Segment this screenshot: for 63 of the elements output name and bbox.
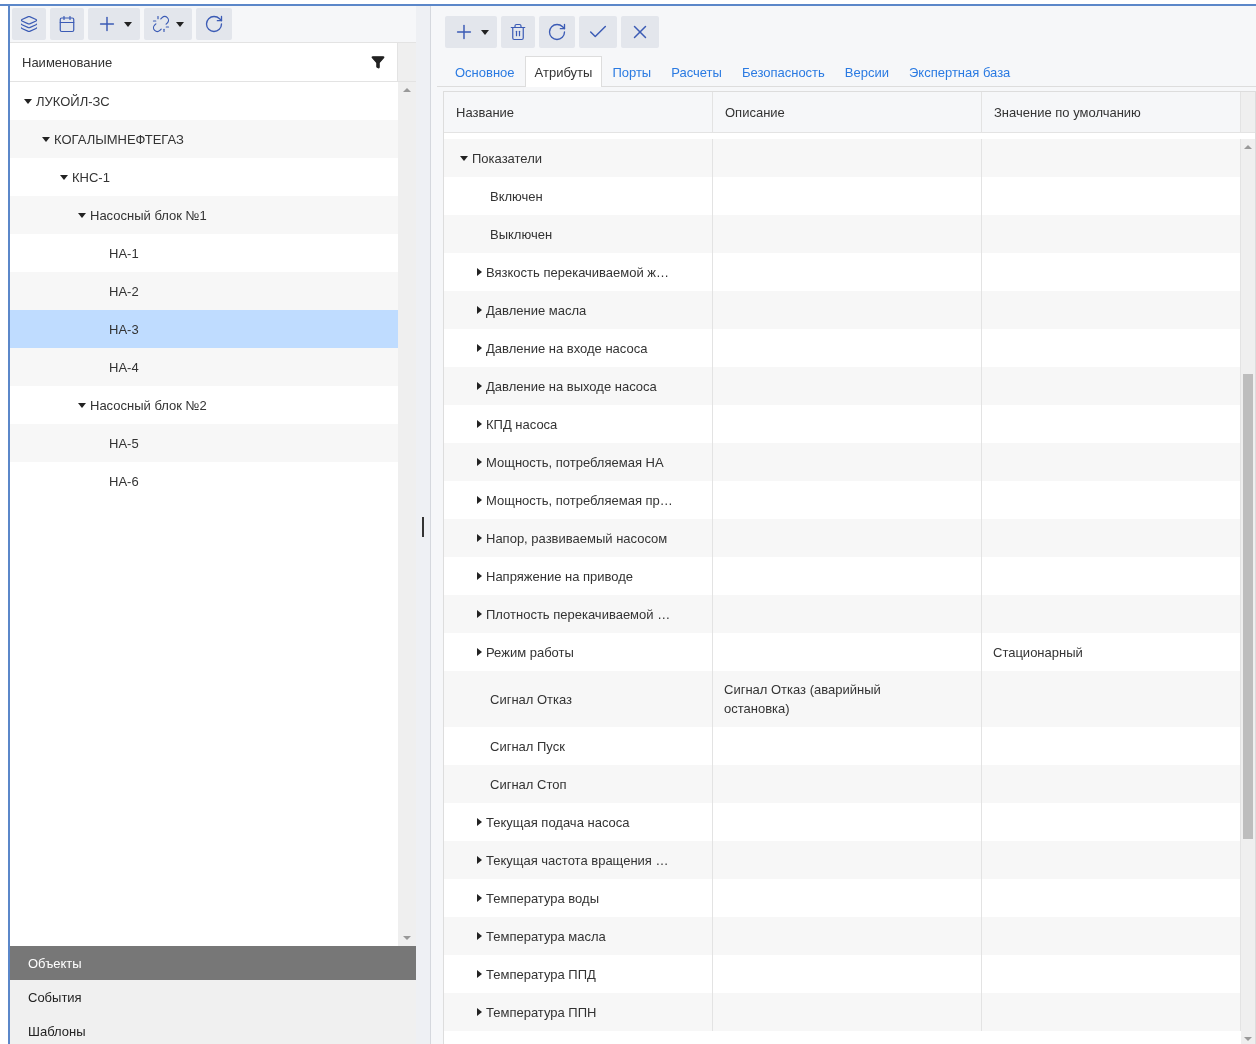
caret-icon[interactable] (477, 344, 482, 352)
tab[interactable]: Версии (834, 56, 899, 87)
caret-icon[interactable] (477, 856, 482, 864)
unlink-button[interactable] (144, 8, 192, 40)
tree-item[interactable]: НА-2 (10, 272, 398, 310)
table-cell[interactable]: Температура ППН (444, 993, 713, 1031)
column-header: Наименование (22, 54, 113, 70)
tree-item[interactable]: НА-5 (10, 424, 398, 462)
layers-icon (20, 15, 38, 33)
tree-item[interactable]: НА-4 (10, 348, 398, 386)
caret-icon[interactable] (477, 268, 482, 276)
nav-item[interactable]: Шаблоны (10, 1014, 416, 1044)
nav-item[interactable]: Объекты (10, 946, 416, 980)
caret-icon[interactable] (24, 98, 32, 104)
refresh-button[interactable] (539, 16, 575, 48)
caret-icon[interactable] (477, 420, 482, 428)
caret-icon[interactable] (477, 306, 482, 314)
add-button[interactable] (445, 16, 497, 48)
caret-icon[interactable] (477, 382, 482, 390)
caret-icon[interactable] (477, 932, 482, 940)
tree-item[interactable]: КОГАЛЫМНЕФТЕГАЗ (10, 120, 398, 158)
caret-icon[interactable] (477, 1008, 482, 1016)
scrollbar[interactable] (1241, 139, 1255, 1044)
caret-icon[interactable] (477, 970, 482, 978)
column-header: Название (444, 92, 713, 132)
caret-icon[interactable] (477, 648, 482, 656)
caret-icon[interactable] (460, 155, 468, 161)
tab[interactable]: Порты (602, 56, 662, 87)
scrollbar-thumb[interactable] (1243, 374, 1253, 839)
refresh-icon (547, 22, 567, 42)
nav-item[interactable]: События (10, 980, 416, 1014)
delete-button[interactable] (501, 16, 535, 48)
unlink-icon (152, 15, 170, 33)
trash-icon (509, 23, 527, 41)
caret-icon[interactable] (78, 402, 86, 408)
calendar-button[interactable] (50, 8, 84, 40)
caret-icon[interactable] (78, 212, 86, 218)
tab[interactable]: Атрибуты (524, 56, 603, 87)
tab[interactable]: Экспертная база (899, 56, 1021, 87)
calendar-icon (58, 15, 76, 33)
caret-icon[interactable] (477, 572, 482, 580)
filter-icon[interactable] (371, 55, 385, 69)
scrollbar[interactable] (398, 82, 416, 946)
tree-item[interactable]: НА-3 (10, 310, 398, 348)
caret-icon[interactable] (60, 174, 68, 180)
refresh-icon (204, 14, 224, 34)
add-button[interactable] (88, 8, 140, 40)
apply-button[interactable] (579, 16, 617, 48)
caret-icon[interactable] (477, 496, 482, 504)
caret-icon[interactable] (477, 818, 482, 826)
tab[interactable]: Основное (445, 56, 525, 87)
layers-button[interactable] (12, 8, 46, 40)
refresh-button[interactable] (196, 8, 232, 40)
caret-icon[interactable] (477, 534, 482, 542)
column-header: Описание (713, 92, 982, 132)
caret-icon[interactable] (42, 136, 50, 142)
caret-icon[interactable] (477, 894, 482, 902)
caret-icon[interactable] (477, 458, 482, 466)
tab[interactable]: Безопасность (731, 56, 835, 87)
splitter-handle[interactable] (416, 6, 431, 1044)
tree-item[interactable]: Насосный блок №1 (10, 196, 398, 234)
caret-icon[interactable] (477, 610, 482, 618)
tab[interactable]: Расчеты (661, 56, 732, 87)
